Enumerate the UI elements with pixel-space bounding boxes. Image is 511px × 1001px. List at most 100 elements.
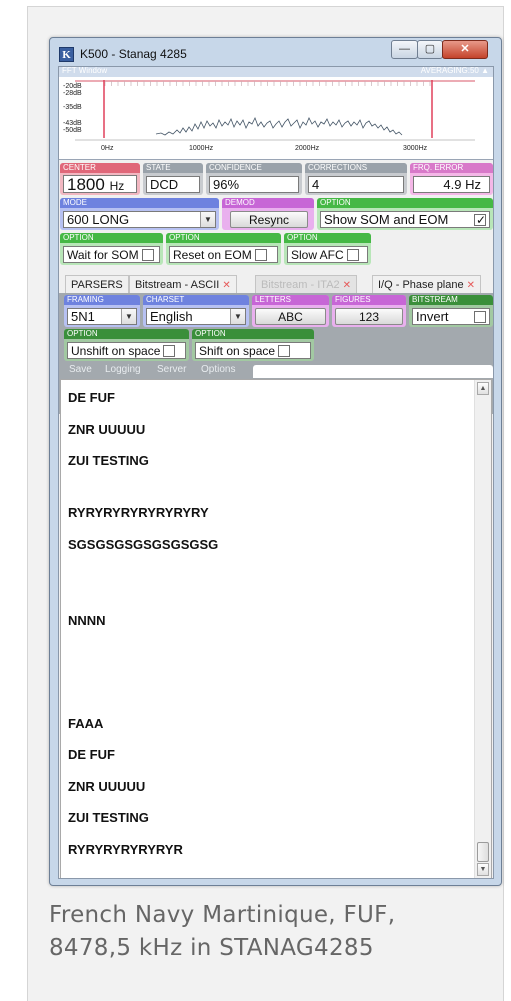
show-som-eom-option[interactable]: Show SOM and EOM	[320, 211, 490, 228]
center-frequency-field[interactable]: 1800 Hz	[63, 175, 137, 193]
image-caption: French Navy Martinique, FUF, 8478,5 kHz …	[49, 899, 395, 965]
tab-logging[interactable]: Logging	[105, 364, 141, 375]
option-shift-group: OPTION Shift on space	[192, 329, 314, 361]
tab-options[interactable]: Options	[201, 364, 235, 375]
option-unshift-group: OPTION Unshift on space	[64, 329, 189, 361]
invert-text: Invert	[416, 309, 449, 324]
scroll-up-icon[interactable]: ▲	[477, 382, 489, 395]
freq-label: 0Hz	[101, 145, 114, 152]
mode-value: 600 LONG	[67, 212, 130, 227]
invert-option[interactable]: Invert	[412, 308, 490, 325]
output-line: ZNR UUUUU	[68, 422, 146, 437]
slow-afc-text: Slow AFC	[291, 248, 344, 262]
option-label: OPTION	[317, 198, 493, 208]
close-button[interactable]: ✕	[442, 40, 488, 59]
close-tab-icon[interactable]: ✕	[222, 280, 230, 291]
output-line: ZUI TESTING	[68, 453, 149, 468]
shift-on-space-option[interactable]: Shift on space	[195, 342, 311, 359]
tab-bitstream-ita2[interactable]: Bitstream - ITA2 ✕	[255, 275, 358, 293]
minimize-button[interactable]: —	[391, 40, 418, 59]
maximize-button[interactable]: ▢	[417, 40, 443, 59]
state-group: STATE DCD	[143, 163, 203, 195]
letters-group: LETTERS ABC	[252, 295, 329, 327]
db-label: -50dB	[63, 127, 82, 134]
tab-label: PARSERS	[71, 279, 123, 291]
decoded-output-text[interactable]: DE FUF ZNR UUUUU ZUI TESTING RYRYRYRYRYR…	[60, 379, 492, 878]
center-label: CENTER	[60, 163, 140, 173]
tab-label: I/Q - Phase plane	[378, 279, 464, 291]
unshift-checkbox[interactable]	[163, 345, 176, 357]
corrections-label: CORRECTIONS	[305, 163, 407, 173]
close-tab-icon[interactable]: ✕	[343, 280, 351, 291]
tab-parsers[interactable]: PARSERS	[65, 275, 129, 293]
output-line: SGSGSGSGSGSGSGSG	[68, 537, 219, 552]
option-label: OPTION	[284, 233, 371, 243]
confidence-value: 96%	[209, 176, 299, 193]
charset-group: CHARSET English ▼	[143, 295, 249, 327]
demod-group: DEMOD Resync	[222, 198, 314, 230]
state-label: STATE	[143, 163, 203, 173]
framing-label: FRAMING	[64, 295, 140, 305]
shift-checkbox[interactable]	[278, 345, 291, 357]
wait-for-som-checkbox[interactable]	[141, 249, 154, 261]
averaging-control[interactable]: AVERAGING:50 ▲	[421, 67, 489, 75]
framing-select[interactable]: 5N1 ▼	[67, 308, 137, 325]
slow-afc-option[interactable]: Slow AFC	[287, 246, 368, 263]
bitstream-label: BITSTREAM	[409, 295, 493, 305]
option-label: OPTION	[60, 233, 163, 243]
center-unit: Hz	[109, 179, 125, 193]
corrections-value: 4	[308, 176, 404, 193]
charset-select[interactable]: English ▼	[146, 308, 246, 325]
charset-label: CHARSET	[143, 295, 249, 305]
output-line: ZUI TESTING	[68, 810, 149, 825]
fft-spectrum-plot[interactable]: -20dB -28dB -35dB -43dB -50dB 0Hz 1000Hz…	[61, 78, 491, 158]
chevron-down-icon[interactable]: ▼	[121, 309, 136, 324]
reset-on-eom-checkbox[interactable]	[254, 249, 267, 261]
framing-group: FRAMING 5N1 ▼	[64, 295, 140, 327]
show-som-eom-checkbox[interactable]	[474, 212, 486, 227]
db-label: -28dB	[63, 90, 82, 97]
mode-group: MODE 600 LONG ▼	[60, 198, 219, 230]
window-title: K500 - Stanag 4285	[80, 47, 187, 61]
output-line: ZNR UUUUU	[68, 779, 146, 794]
tab-server[interactable]: Server	[157, 364, 186, 375]
tab-output-active[interactable]	[253, 365, 493, 378]
tab-save[interactable]: Save	[69, 364, 92, 375]
chevron-down-icon[interactable]: ▼	[200, 212, 215, 227]
framing-value: 5N1	[71, 309, 95, 324]
unshift-on-space-option[interactable]: Unshift on space	[67, 342, 186, 359]
letters-label: LETTERS	[252, 295, 329, 305]
db-label: -43dB	[63, 120, 82, 127]
invert-checkbox[interactable]	[474, 311, 486, 323]
option-slow-group: OPTION Slow AFC	[284, 233, 371, 265]
frq-error-value: 4.9 Hz	[413, 176, 490, 193]
output-line: DE FUF	[68, 390, 115, 405]
tab-iq-phase-plane[interactable]: I/Q - Phase plane ✕	[372, 275, 481, 293]
reset-on-eom-option[interactable]: Reset on EOM	[169, 246, 278, 263]
title-bar: K K500 - Stanag 4285 — ▢ ✕	[50, 38, 501, 66]
db-label: -35dB	[63, 104, 82, 111]
fft-header: FFT Window AVERAGING:50 ▲	[59, 67, 493, 77]
wait-for-som-option[interactable]: Wait for SOM	[63, 246, 160, 263]
frq-error-label: FRQ. ERROR	[410, 163, 493, 173]
option-label: OPTION	[64, 329, 189, 339]
output-line: RYRYRYRYRYRYR	[68, 842, 183, 857]
confidence-group: CONFIDENCE 96%	[206, 163, 302, 195]
chevron-down-icon[interactable]: ▼	[230, 309, 245, 324]
letters-button[interactable]: ABC	[255, 308, 326, 325]
close-tab-icon[interactable]: ✕	[467, 280, 475, 291]
fft-window: FFT Window AVERAGING:50 ▲ -20dB -28dB -3…	[59, 67, 493, 160]
figures-button[interactable]: 123	[335, 308, 403, 325]
output-line: RYRYRYRYRYRYRYRY	[68, 505, 209, 520]
mode-select[interactable]: 600 LONG ▼	[63, 211, 216, 228]
output-line: NNNN	[68, 613, 106, 628]
figures-label: FIGURES	[332, 295, 406, 305]
vertical-scrollbar[interactable]: ▲ ▼	[474, 380, 491, 878]
slow-afc-checkbox[interactable]	[346, 249, 359, 261]
tab-bitstream-ascii[interactable]: Bitstream - ASCII ✕	[129, 275, 237, 293]
scroll-thumb[interactable]	[477, 842, 489, 862]
app-window: K K500 - Stanag 4285 — ▢ ✕ FFT Window AV…	[49, 37, 502, 886]
output-tab-bar: Save Logging Server Options	[59, 363, 493, 379]
scroll-down-icon[interactable]: ▼	[477, 863, 489, 876]
resync-button[interactable]: Resync	[230, 211, 308, 228]
